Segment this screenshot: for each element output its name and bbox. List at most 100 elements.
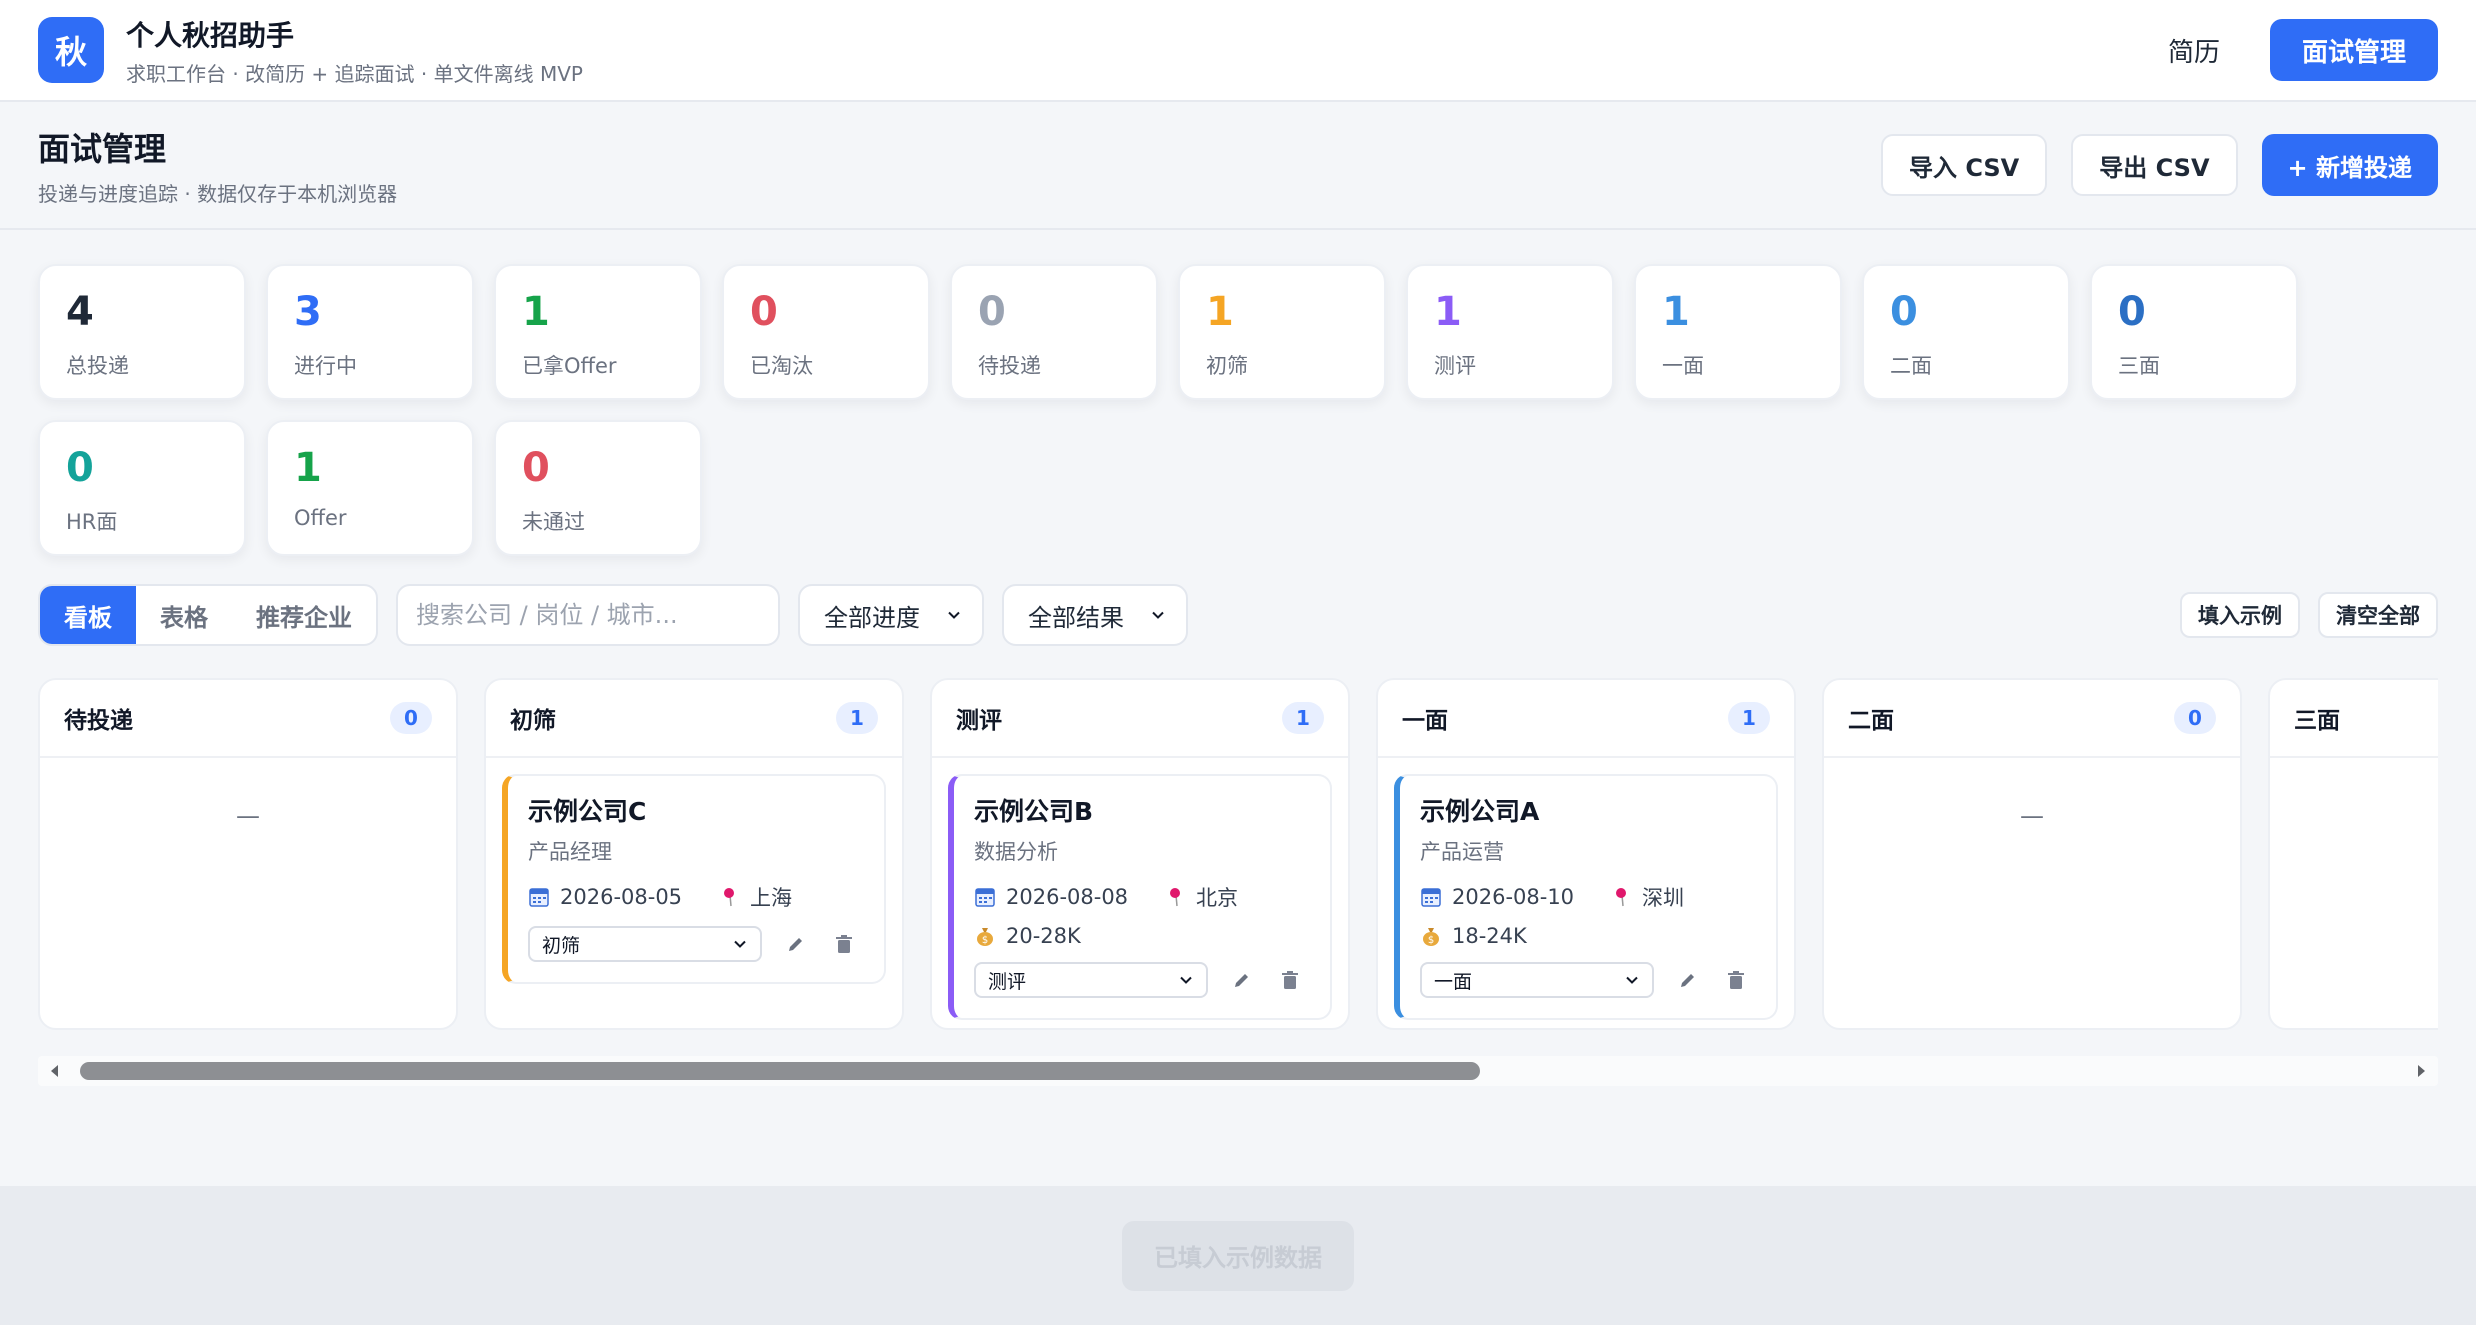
card-city: 深圳 (1642, 886, 1685, 910)
stat-label: 进行中 (294, 354, 357, 378)
pin-icon (1616, 888, 1627, 907)
column-count-badge: 0 (390, 702, 432, 734)
chevron-down-icon (948, 611, 960, 619)
stat-card: 1 Offer (266, 420, 474, 556)
clear-all-button[interactable]: 清空全部 (2318, 592, 2438, 638)
column-header: 初筛 1 (486, 680, 902, 758)
calendar-icon (529, 888, 549, 907)
view-tab-recommended[interactable]: 推荐企业 (232, 586, 376, 644)
top-nav: 简历 面试管理 (2148, 19, 2438, 81)
board-horizontal-scrollbar[interactable] (38, 1056, 2438, 1086)
stat-value: 4 (66, 289, 94, 335)
nav-interviews-button[interactable]: 面试管理 (2269, 19, 2438, 81)
pin-icon (724, 888, 735, 907)
column-title: 一面 (1402, 708, 1448, 734)
chevron-down-icon (734, 940, 746, 948)
kanban-column-first-interview: 一面 1 示例公司A 产品运营 2026-08-10 深圳 $ 18-24K 一… (1376, 678, 1796, 1030)
column-header: 三面 (2270, 680, 2438, 758)
card-salary: 18-24K (1452, 924, 1527, 948)
chevron-down-icon (1152, 611, 1164, 619)
column-title: 初筛 (510, 708, 556, 734)
stat-label: 未通过 (522, 510, 585, 534)
stat-value: 1 (1434, 289, 1462, 335)
stat-card: 1 一面 (1634, 264, 1842, 400)
stat-value: 1 (522, 289, 550, 335)
money-bag-icon: $ (977, 928, 993, 946)
page-header: 面试管理 投递与进度追踪 · 数据仅存于本机浏览器 导入 CSV 导出 CSV … (0, 102, 2476, 230)
edit-icon[interactable] (782, 930, 810, 958)
scrollbar-thumb[interactable] (80, 1062, 1480, 1080)
money-bag-icon: $ (1423, 928, 1439, 946)
page-title: 面试管理 (38, 129, 167, 168)
kanban-column-third-interview: 三面 (2268, 678, 2438, 1030)
calendar-icon (975, 888, 995, 907)
column-count-badge: 1 (836, 702, 878, 734)
stat-label: 已拿Offer (522, 354, 617, 378)
app-bar: 秋 个人秋招助手 求职工作台 · 改简历 + 追踪面试 · 单文件离线 MVP … (0, 0, 2476, 102)
column-count-badge: 1 (1282, 702, 1324, 734)
stats-grid: 4 总投递 3 进行中 1 已拿Offer 0 已淘汰 0 待投递 1 初筛 1 测评 1 一面 0 二面 0 三面 0… (38, 264, 2298, 556)
card-stage-value: 初筛 (542, 934, 581, 957)
stat-card: 0 HR面 (38, 420, 246, 556)
import-csv-button[interactable]: 导入 CSV (1880, 134, 2048, 196)
edit-icon[interactable] (1228, 966, 1256, 994)
card-meta: 2026-08-08 北京 (974, 882, 1310, 912)
edit-icon[interactable] (1674, 966, 1702, 994)
svg-text:$: $ (982, 935, 988, 946)
nav-resume-link[interactable]: 简历 (2148, 20, 2240, 81)
stat-value: 1 (1206, 289, 1234, 335)
card-meta: 2026-08-05 上海 (528, 882, 864, 912)
card-stage-value: 一面 (1434, 970, 1473, 993)
add-application-button[interactable]: + 新增投递 (2261, 134, 2438, 196)
card-actions: 测评 (974, 962, 1310, 998)
view-tab-board[interactable]: 看板 (40, 586, 136, 644)
stat-label: 已淘汰 (750, 354, 813, 378)
search-input[interactable] (396, 584, 780, 646)
column-title: 测评 (956, 708, 1002, 734)
page-heading: 面试管理 投递与进度追踪 · 数据仅存于本机浏览器 (38, 124, 397, 207)
scroll-right-arrow-icon[interactable] (2414, 1064, 2428, 1078)
stage-filter-select[interactable]: 全部进度 (798, 584, 984, 646)
stat-label: 三面 (2118, 354, 2160, 378)
application-card[interactable]: 示例公司A 产品运营 2026-08-10 深圳 $ 18-24K 一面 (1394, 774, 1778, 1020)
application-card[interactable]: 示例公司C 产品经理 2026-08-05 上海 初筛 (502, 774, 886, 984)
stat-value: 1 (294, 445, 322, 491)
result-filter-value: 全部结果 (1028, 603, 1124, 632)
stat-value: 0 (522, 445, 550, 491)
trash-icon[interactable] (830, 930, 858, 958)
stat-card: 0 三面 (2090, 264, 2298, 400)
card-salary: 20-28K (1006, 924, 1081, 948)
card-date: 2026-08-08 (1006, 885, 1129, 909)
stat-card: 1 测评 (1406, 264, 1614, 400)
trash-icon[interactable] (1722, 966, 1750, 994)
card-stage-select[interactable]: 一面 (1420, 962, 1654, 998)
stat-value: 1 (1662, 289, 1690, 335)
app-subtitle: 求职工作台 · 改简历 + 追踪面试 · 单文件离线 MVP (126, 61, 583, 86)
app-logo-char: 秋 (54, 33, 87, 71)
kanban-column-screening: 初筛 1 示例公司C 产品经理 2026-08-05 上海 初筛 (484, 678, 904, 1030)
application-card[interactable]: 示例公司B 数据分析 2026-08-08 北京 $ 20-28K 测评 (948, 774, 1332, 1020)
scroll-left-arrow-icon[interactable] (48, 1064, 62, 1078)
card-date: 2026-08-05 (560, 885, 683, 909)
stat-label: 测评 (1434, 354, 1476, 378)
empty-placeholder: — (236, 802, 260, 830)
stat-value: 0 (2118, 289, 2146, 335)
view-tab-table[interactable]: 表格 (136, 586, 232, 644)
card-actions: 初筛 (528, 926, 864, 962)
column-header: 待投递 0 (40, 680, 456, 758)
svg-text:$: $ (1428, 935, 1434, 946)
fill-sample-button[interactable]: 填入示例 (2180, 592, 2300, 638)
stat-label: Offer (294, 506, 347, 530)
column-title: 三面 (2294, 708, 2340, 734)
stage-filter-value: 全部进度 (824, 603, 920, 632)
card-stage-select[interactable]: 测评 (974, 962, 1208, 998)
export-csv-button[interactable]: 导出 CSV (2071, 134, 2238, 196)
result-filter-select[interactable]: 全部结果 (1002, 584, 1188, 646)
app-title: 个人秋招助手 (126, 18, 295, 52)
trash-icon[interactable] (1276, 966, 1304, 994)
kanban-column-pending: 待投递 0 — (38, 678, 458, 1030)
card-stage-select[interactable]: 初筛 (528, 926, 762, 962)
column-header: 一面 1 (1378, 680, 1794, 758)
stat-card: 0 二面 (1862, 264, 2070, 400)
toolbar-actions: 填入示例 清空全部 (2180, 592, 2438, 638)
